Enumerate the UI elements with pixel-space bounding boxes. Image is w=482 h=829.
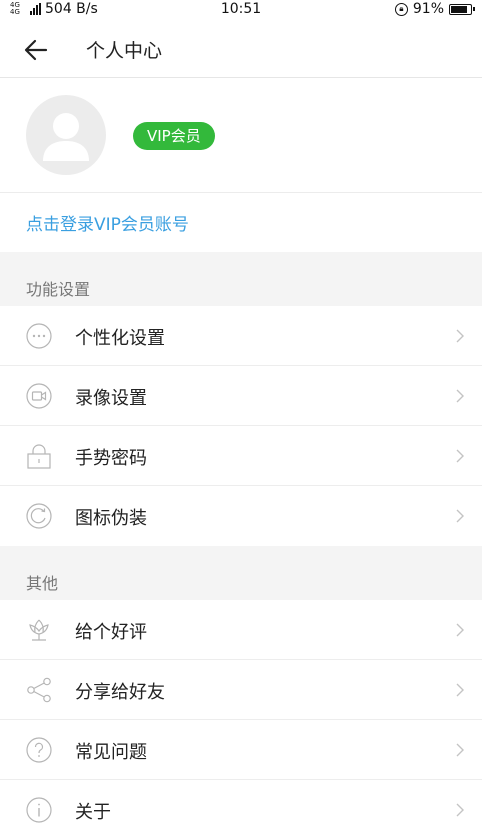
question-icon: [26, 737, 52, 763]
menu-item-label: 给个好评: [75, 622, 147, 643]
back-arrow-icon[interactable]: [22, 36, 50, 64]
status-bar: 4G 4G 504 B/s 10:51 🔒︎ 91%: [0, 0, 482, 20]
menu-item-gesture-password[interactable]: 手势密码: [0, 426, 482, 486]
chevron-right-icon: [456, 329, 464, 343]
section-title: 功能设置: [26, 280, 91, 299]
profile-card: VIP会员: [0, 79, 482, 193]
info-icon: [26, 797, 52, 823]
refresh-icon: [26, 503, 52, 529]
flower-icon: [29, 619, 49, 641]
menu-item-personalize[interactable]: 个性化设置: [0, 306, 482, 366]
status-right: 🔒︎ 91%: [394, 1, 475, 17]
menu-item-icon-disguise[interactable]: 图标伪装: [0, 486, 482, 546]
rotation-lock-icon: 🔒︎: [394, 2, 408, 16]
login-vip-link[interactable]: 点击登录VIP会员账号: [26, 210, 189, 235]
menu-item-label: 图标伪装: [75, 508, 147, 529]
user-silhouette-icon: [43, 113, 89, 161]
menu-item-share[interactable]: 分享给好友: [0, 660, 482, 720]
battery-icon: [449, 3, 475, 15]
section-title: 其他: [26, 574, 59, 593]
video-camera-icon: [26, 383, 52, 409]
menu-item-label: 录像设置: [75, 388, 147, 409]
share-icon: [27, 677, 51, 703]
app-header: 个人中心: [0, 22, 482, 78]
menu-item-label: 个性化设置: [75, 328, 165, 349]
menu-item-label: 关于: [75, 802, 111, 823]
menu-item-label: 常见问题: [75, 742, 147, 763]
battery-percent: 91%: [412, 1, 444, 17]
chevron-right-icon: [456, 803, 464, 817]
menu-item-rate-app[interactable]: 给个好评: [0, 600, 482, 660]
chevron-right-icon: [456, 389, 464, 403]
section-header-features: 功能设置: [0, 252, 482, 306]
more-dots-icon: [26, 323, 52, 349]
menu-item-about[interactable]: 关于: [0, 780, 482, 829]
lock-icon: [27, 444, 51, 469]
menu-item-faq[interactable]: 常见问题: [0, 720, 482, 780]
section-header-other: 其他: [0, 546, 482, 600]
chevron-right-icon: [456, 743, 464, 757]
battery-fill: [451, 5, 468, 13]
menu-item-label: 分享给好友: [75, 682, 165, 703]
menu-item-recording[interactable]: 录像设置: [0, 366, 482, 426]
chevron-right-icon: [456, 509, 464, 523]
page-title: 个人中心: [86, 40, 163, 62]
chevron-right-icon: [456, 683, 464, 697]
chevron-right-icon: [456, 449, 464, 463]
chevron-right-icon: [456, 623, 464, 637]
vip-badge: VIP会员: [133, 122, 215, 150]
avatar[interactable]: [26, 95, 106, 175]
menu-item-label: 手势密码: [75, 448, 147, 469]
